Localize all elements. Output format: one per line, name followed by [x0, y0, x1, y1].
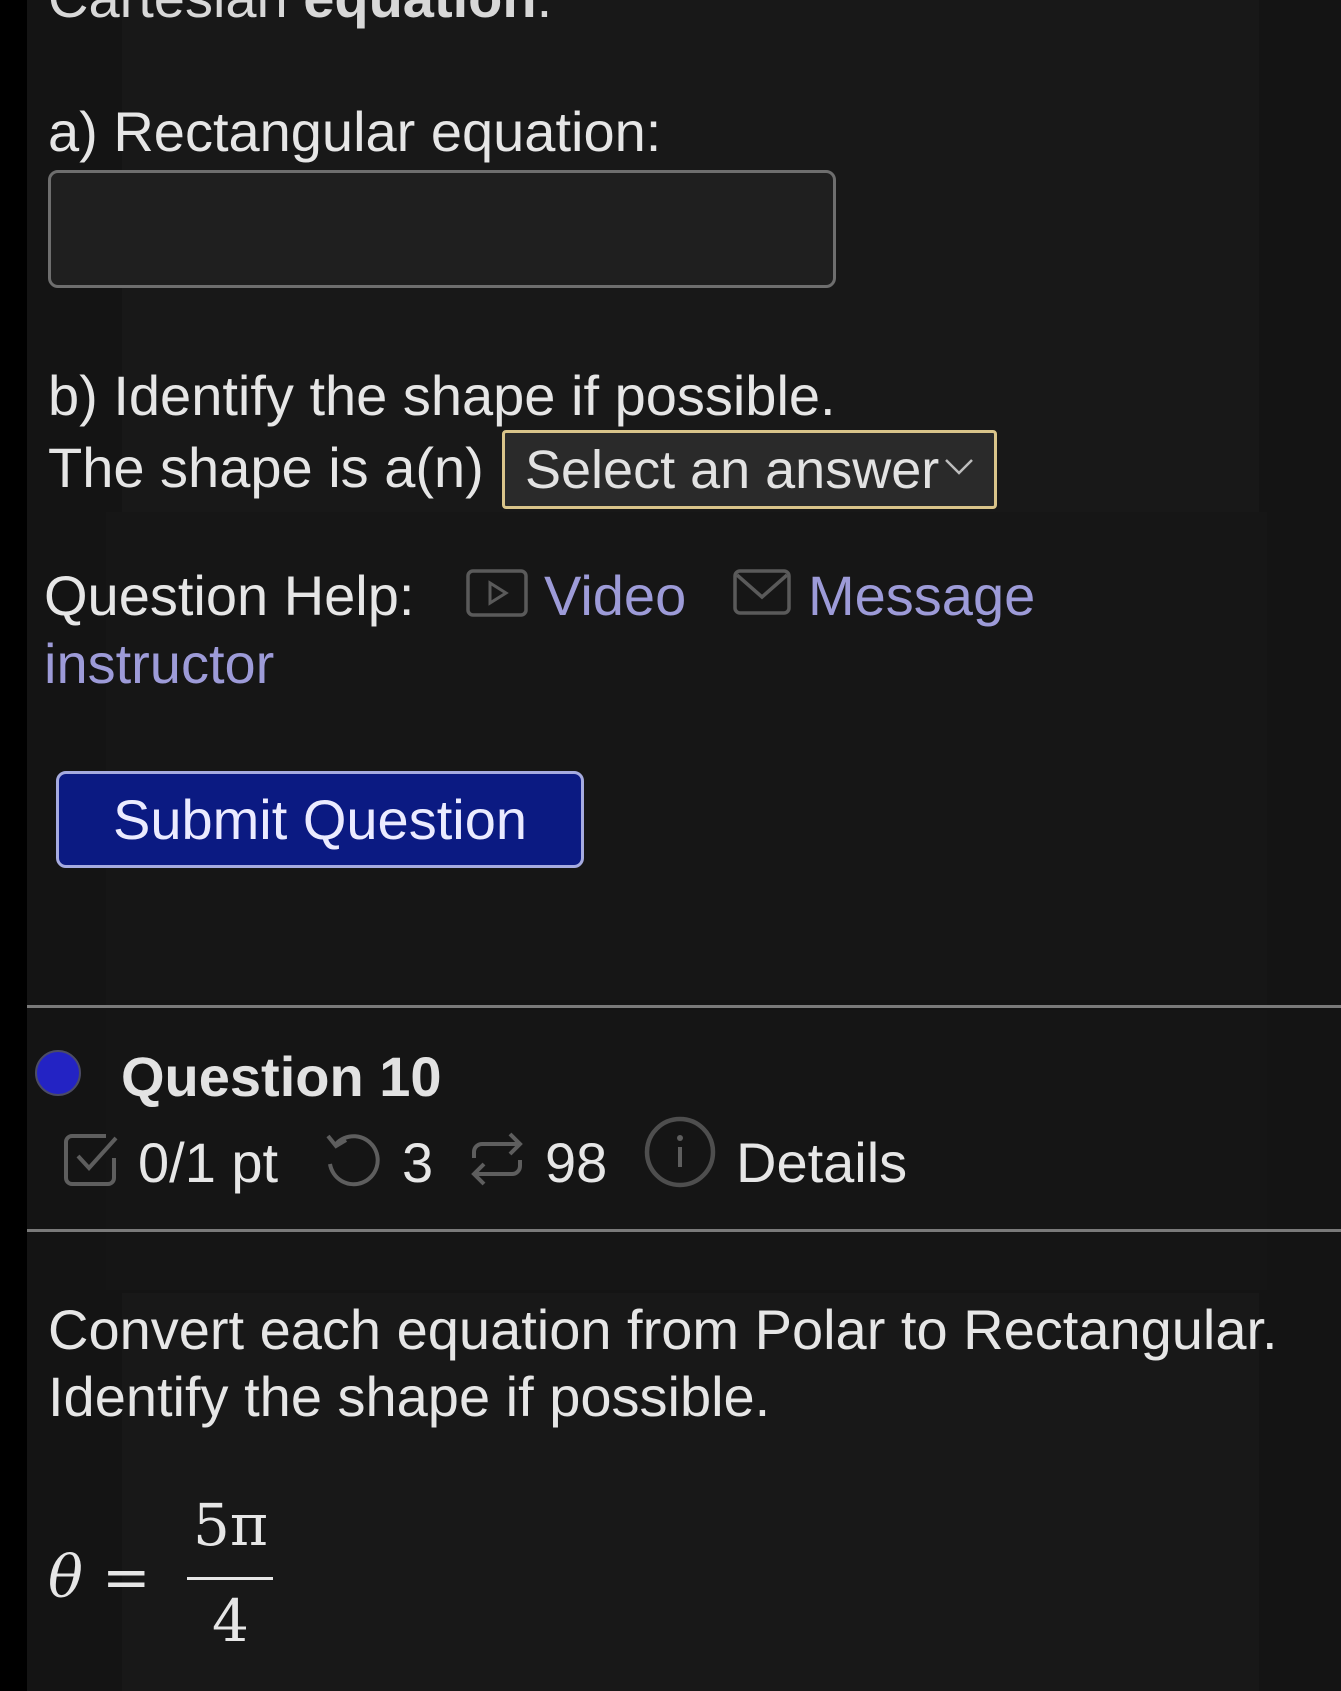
chevron-down-icon — [945, 459, 973, 475]
points-value: 0/1 pt — [138, 1131, 279, 1194]
part-a-label: a) Rectangular equation: — [48, 100, 662, 163]
shape-select[interactable]: Select an answer — [502, 430, 997, 509]
question-prompt-line1: Convert each equation from Polar to Rect… — [48, 1298, 1278, 1361]
section-heading-suffix: . — [537, 0, 553, 29]
divider — [27, 1229, 1341, 1232]
rectangular-equation-input[interactable] — [48, 170, 836, 288]
page: Cartesian equation. a) Rectangular equat… — [0, 0, 1341, 1691]
equation-equals: = — [102, 1543, 151, 1611]
question-help-label: Question Help: — [44, 564, 415, 627]
part-b-label: b) Identify the shape if possible. — [48, 364, 836, 427]
submit-question-button[interactable]: Submit Question — [56, 771, 584, 868]
question-status-dot — [35, 1050, 81, 1096]
message-instructor-link-cont[interactable]: instructor — [44, 636, 274, 692]
video-icon[interactable] — [466, 569, 528, 617]
shape-select-value: Select an answer — [525, 439, 940, 500]
retry-icon — [471, 1132, 523, 1186]
equation-lhs: θ — [48, 1543, 83, 1611]
info-icon[interactable] — [643, 1115, 717, 1189]
section-heading-prefix: Cartesian — [48, 0, 303, 29]
message-instructor-link[interactable]: Message — [808, 568, 1035, 624]
equation-denominator: 4 — [212, 1587, 249, 1655]
question-title: Question 10 — [121, 1045, 442, 1108]
fraction-bar — [187, 1577, 273, 1580]
checkbox-icon — [64, 1134, 118, 1186]
video-link[interactable]: Video — [544, 568, 686, 624]
section-heading: Cartesian equation. — [48, 0, 552, 26]
undo-icon — [326, 1134, 380, 1187]
shape-prefix-label: The shape is a(n) — [48, 436, 484, 499]
section-heading-bold: equation — [303, 0, 536, 29]
equation-numerator: 5π — [193, 1491, 269, 1559]
divider — [27, 1005, 1341, 1008]
tries-value: 98 — [545, 1131, 608, 1194]
attempts-value: 3 — [402, 1131, 434, 1194]
details-link[interactable]: Details — [736, 1135, 907, 1191]
question-prompt-line2: Identify the shape if possible. — [48, 1365, 771, 1428]
mail-icon[interactable] — [733, 569, 791, 615]
